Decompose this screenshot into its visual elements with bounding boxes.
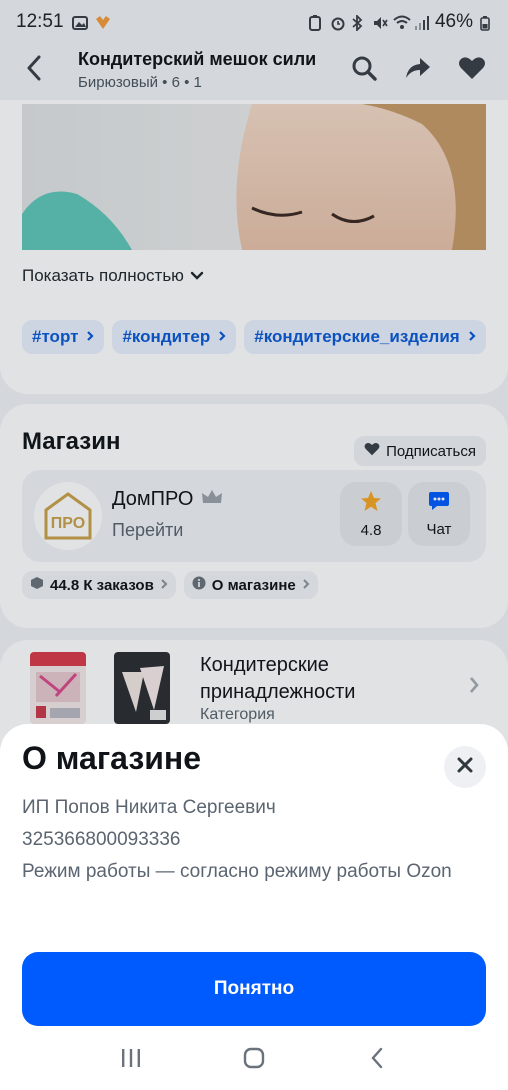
close-icon xyxy=(457,757,473,778)
sheet-title: О магазине xyxy=(22,740,202,776)
chevron-left-icon xyxy=(370,1047,384,1074)
seller-ogrn: 325366800093336 xyxy=(22,829,181,850)
system-navigation-bar xyxy=(0,1030,508,1090)
system-back-button[interactable] xyxy=(357,1040,397,1080)
close-button[interactable] xyxy=(444,746,486,788)
screen: 12:51 46% Кондитерский мешок сили Бирюзо… xyxy=(0,0,508,1090)
ok-button[interactable]: Понятно xyxy=(22,952,486,1026)
recent-apps-button[interactable] xyxy=(111,1040,151,1080)
seller-name: ИП Попов Никита Сергеевич xyxy=(22,797,276,818)
home-button[interactable] xyxy=(234,1040,274,1080)
working-hours: Режим работы — согласно режиму работы Oz… xyxy=(22,861,452,882)
shop-legal-info: ИП Попов Никита Сергеевич 32536680009333… xyxy=(22,792,482,888)
home-icon xyxy=(243,1047,265,1074)
recents-icon xyxy=(120,1048,142,1073)
